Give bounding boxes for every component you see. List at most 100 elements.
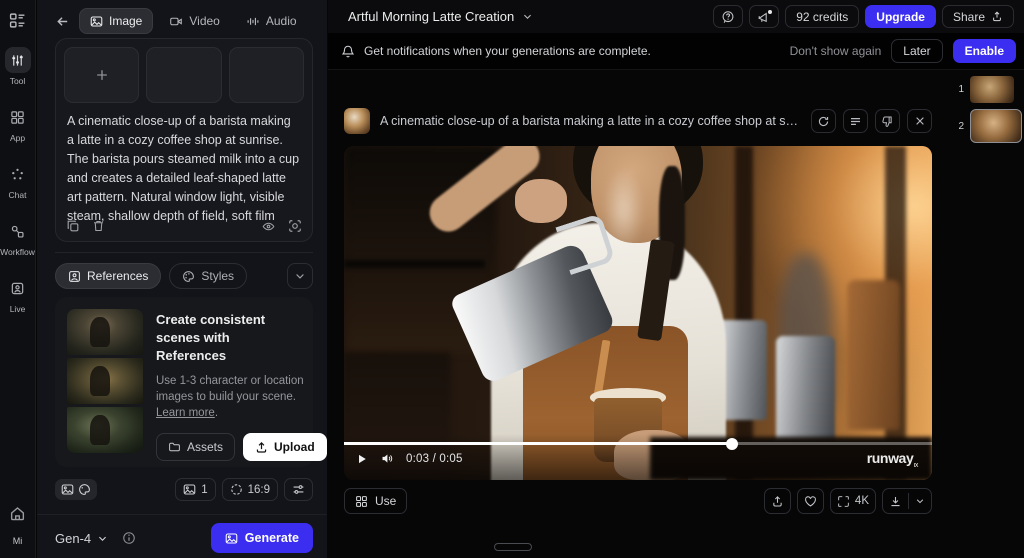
- tab-image[interactable]: Image: [79, 8, 153, 34]
- style-palette-icon: [78, 483, 91, 496]
- avatar[interactable]: Mi: [13, 536, 23, 546]
- copy-icon[interactable]: [66, 219, 80, 233]
- sidebar-item-tool[interactable]: Tool: [5, 47, 31, 86]
- play-icon[interactable]: [356, 453, 368, 465]
- tab-audio[interactable]: Audio: [236, 9, 307, 33]
- sidebar-item-chat[interactable]: Chat: [5, 161, 31, 200]
- tab-styles[interactable]: Styles: [169, 263, 247, 289]
- horizontal-scrollbar[interactable]: [494, 543, 532, 551]
- tab-audio-label: Audio: [266, 14, 297, 28]
- playback-time: 0:03 / 0:05: [406, 453, 463, 465]
- reference-example-image: [67, 407, 143, 453]
- tab-video[interactable]: Video: [159, 9, 229, 33]
- tab-references[interactable]: References: [55, 263, 161, 289]
- history-thumbnail[interactable]: [970, 76, 1014, 103]
- generate-button[interactable]: Generate: [211, 523, 313, 553]
- learn-more-link[interactable]: Learn more: [156, 407, 215, 419]
- home-icon[interactable]: [9, 505, 26, 522]
- eye-icon[interactable]: [261, 219, 276, 233]
- wooden-grinder: [847, 280, 900, 430]
- generation-thumbnail[interactable]: [344, 108, 370, 134]
- lines-icon: [849, 115, 862, 128]
- history-item-1[interactable]: 1: [956, 76, 1022, 103]
- use-button[interactable]: Use: [344, 488, 407, 514]
- folder-icon: [168, 441, 181, 453]
- video-player[interactable]: 0:03 / 0:05 runwayıx: [344, 146, 932, 480]
- assets-button[interactable]: Assets: [156, 433, 235, 461]
- generation-settings-row: 1 16:9: [55, 478, 313, 501]
- upload-button[interactable]: Upload: [243, 433, 327, 461]
- aspect-ratio-button[interactable]: 16:9: [222, 478, 278, 501]
- sidebar-item-app[interactable]: App: [5, 104, 31, 143]
- export-icon: [771, 495, 784, 508]
- sidebar-item-workflow[interactable]: Workflow: [0, 218, 35, 257]
- sidebar-item-label: Tool: [10, 76, 26, 86]
- reference-example-image: [67, 358, 143, 404]
- trash-icon[interactable]: [92, 219, 105, 233]
- sidebar-item-live[interactable]: Live: [5, 275, 31, 314]
- refresh-icon: [817, 115, 830, 128]
- image-count-button[interactable]: 1: [175, 478, 215, 501]
- upgrade-button[interactable]: Upgrade: [865, 5, 936, 28]
- dislike-button[interactable]: [875, 109, 900, 133]
- close-icon: [914, 115, 926, 127]
- favorite-button[interactable]: [797, 488, 824, 514]
- player-controls: 0:03 / 0:05: [356, 452, 463, 465]
- download-button[interactable]: [883, 489, 908, 513]
- tool-icon: [5, 47, 31, 73]
- announcements-button[interactable]: [749, 5, 779, 28]
- audio-icon: [246, 15, 260, 28]
- image-count-value: 1: [201, 484, 207, 496]
- image-icon: [90, 15, 103, 28]
- generation-prompt-preview[interactable]: A cinematic close-up of a barista making…: [380, 114, 801, 128]
- image-slot-empty[interactable]: [229, 47, 304, 103]
- tab-styles-label: Styles: [201, 269, 234, 283]
- enhance-scan-icon[interactable]: [288, 219, 302, 233]
- details-button[interactable]: [843, 109, 868, 133]
- credits-button[interactable]: 92 credits: [785, 5, 859, 28]
- session-title-dropdown[interactable]: Artful Morning Latte Creation: [348, 9, 533, 24]
- notification-dot: [768, 10, 772, 14]
- history-item-2[interactable]: 2: [956, 109, 1022, 143]
- sliders-icon: [292, 483, 305, 496]
- sidebar-item-label: App: [10, 133, 25, 143]
- cafe-shelf-edge: [344, 260, 485, 268]
- video-progress-bar[interactable]: [344, 442, 932, 445]
- dashboard-icon[interactable]: [9, 12, 26, 29]
- regenerate-button[interactable]: [811, 109, 836, 133]
- model-selector[interactable]: Gen-4: [55, 531, 108, 546]
- export-button[interactable]: [764, 488, 791, 514]
- upscale-4k-button[interactable]: 4K: [830, 488, 876, 514]
- input-mode-toggle[interactable]: [55, 479, 97, 500]
- main-area: Artful Morning Latte Creation: [328, 0, 1024, 558]
- collapse-section-button[interactable]: [287, 263, 313, 289]
- info-icon[interactable]: [122, 531, 136, 545]
- back-button[interactable]: [51, 10, 73, 32]
- prompt-input[interactable]: A cinematic close-up of a barista making…: [64, 112, 304, 228]
- playhead-handle[interactable]: [726, 438, 738, 450]
- palette-icon: [182, 270, 195, 283]
- share-button[interactable]: Share: [942, 5, 1014, 28]
- history-thumbnail-selected[interactable]: [970, 109, 1022, 143]
- download-options-button[interactable]: [909, 489, 931, 513]
- use-button-label: Use: [375, 494, 396, 508]
- tab-video-label: Video: [189, 14, 219, 28]
- bell-icon: [341, 44, 355, 59]
- close-button[interactable]: [907, 109, 932, 133]
- prompt-card: A cinematic close-up of a barista making…: [55, 38, 313, 242]
- volume-icon[interactable]: [380, 452, 394, 465]
- enable-button[interactable]: Enable: [953, 39, 1016, 63]
- later-button[interactable]: Later: [891, 39, 942, 63]
- help-button[interactable]: [713, 5, 743, 28]
- settings-button[interactable]: [284, 478, 313, 501]
- chevron-down-icon: [915, 496, 925, 506]
- page-title: Artful Morning Latte Creation: [348, 9, 514, 24]
- aspect-ratio-value: 16:9: [248, 484, 270, 496]
- panel-footer: Gen-4 Generate: [55, 522, 313, 554]
- runway-watermark: runwayıx: [867, 450, 918, 469]
- upscale-label: 4K: [855, 495, 869, 507]
- dont-show-again-link[interactable]: Don't show again: [790, 44, 882, 58]
- image-slot-add[interactable]: [64, 47, 139, 103]
- image-slot-empty[interactable]: [146, 47, 221, 103]
- reference-image-icon: [61, 483, 74, 496]
